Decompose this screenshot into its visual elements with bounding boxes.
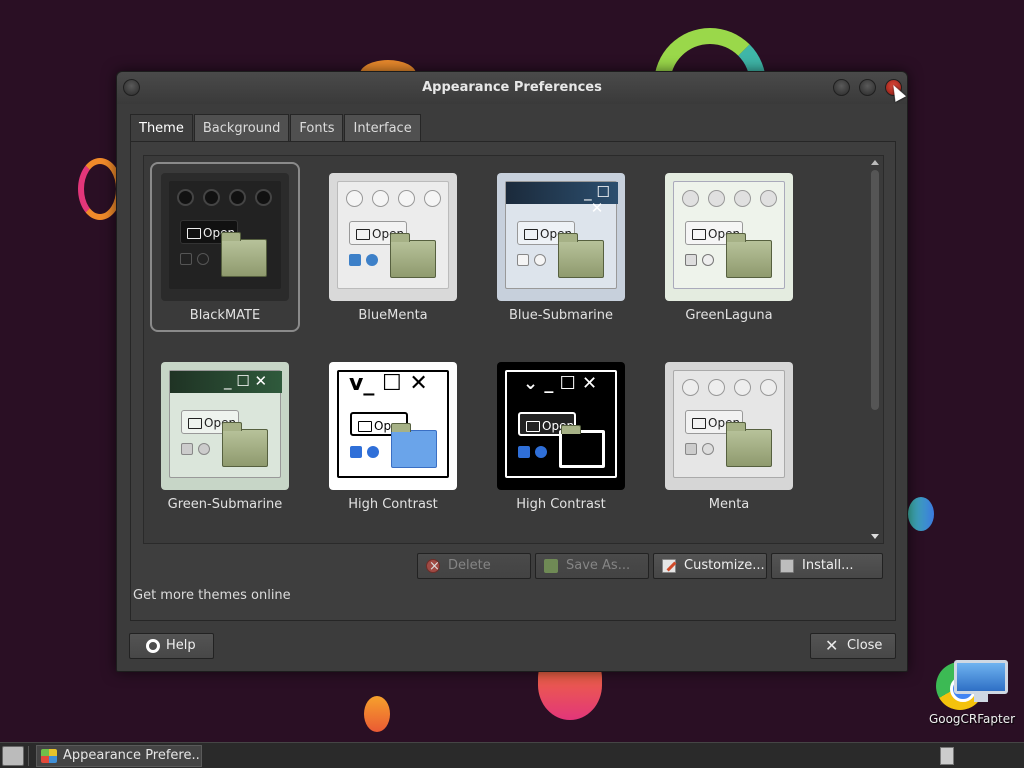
theme-name: High Contrast: [516, 497, 606, 512]
tab-bar: Theme Background Fonts Interface: [130, 114, 422, 143]
theme-thumbnail: _ ☐ ✕ Open: [161, 362, 289, 490]
minimize-button[interactable]: [833, 79, 850, 96]
get-more-themes-link[interactable]: Get more themes online: [133, 588, 291, 603]
theme-item[interactable]: Open Menta: [654, 351, 804, 521]
scroll-down-arrow-icon[interactable]: [871, 534, 879, 539]
theme-list-scrollbar[interactable]: [869, 158, 881, 541]
theme-thumbnail: _ ☐ ✕ Open: [497, 173, 625, 301]
desktop-icon-label: GoogCRFapter: [928, 712, 1016, 726]
theme-name: High Contrast: [348, 497, 438, 512]
window-title: Appearance Preferences: [422, 80, 602, 95]
tab-background[interactable]: Background: [193, 114, 290, 142]
delete-label: Delete: [448, 558, 491, 573]
customize-label: Customize...: [684, 558, 765, 573]
theme-thumbnail: ⌄ _ ☐ ✕ Open: [497, 362, 625, 490]
theme-name: BlueMenta: [358, 308, 428, 323]
wallpaper-dot-blue: [908, 497, 934, 531]
theme-name: BlackMATE: [189, 308, 261, 323]
theme-thumbnail: Open: [665, 362, 793, 490]
help-label: Help: [166, 638, 196, 653]
theme-list[interactable]: Open BlackMATE Open BlueMenta _ ☐ ✕ Open…: [143, 155, 884, 544]
show-desktop-icon[interactable]: [2, 746, 24, 766]
theme-name: Menta: [708, 497, 750, 512]
theme-name: GreenLaguna: [685, 308, 773, 323]
appearance-preferences-window: Appearance Preferences Theme Background …: [116, 71, 908, 672]
save-as-button[interactable]: Save As...: [535, 553, 649, 579]
taskbar-separator: [28, 746, 29, 766]
install-label: Install...: [802, 558, 854, 573]
tab-fonts[interactable]: Fonts: [290, 114, 344, 142]
close-icon: ✕: [825, 636, 839, 655]
customize-icon: [662, 559, 676, 573]
tab-theme[interactable]: Theme: [130, 114, 193, 143]
theme-item[interactable]: Open GreenLaguna: [654, 162, 804, 332]
save-as-label: Save As...: [566, 558, 631, 573]
delete-button[interactable]: Delete: [417, 553, 531, 579]
theme-panel: Open BlackMATE Open BlueMenta _ ☐ ✕ Open…: [130, 141, 896, 621]
close-label: Close: [847, 638, 883, 653]
theme-item[interactable]: ⌄ _ ☐ ✕ Open High Contrast: [486, 351, 636, 521]
theme-name: Blue-Submarine: [508, 308, 614, 323]
taskbar-window-button[interactable]: Appearance Prefere...: [36, 745, 202, 767]
maximize-button[interactable]: [859, 79, 876, 96]
customize-button[interactable]: Customize...: [653, 553, 767, 579]
theme-item[interactable]: _ ☐ ✕ Open Blue-Submarine: [486, 162, 636, 332]
theme-thumbnail: Open: [329, 173, 457, 301]
theme-thumbnail: Open: [665, 173, 793, 301]
save-icon: [544, 559, 558, 573]
scroll-up-arrow-icon[interactable]: [871, 160, 879, 165]
install-icon: [780, 559, 794, 573]
taskbar-window-label: Appearance Prefere...: [63, 748, 202, 763]
taskbar: Appearance Prefere...: [0, 742, 1024, 768]
appearance-app-icon: [41, 749, 57, 763]
theme-thumbnail: Open: [161, 173, 289, 301]
theme-item[interactable]: _ ☐ ✕ Open Green-Submarine: [150, 351, 300, 521]
theme-name: Green-Submarine: [167, 497, 283, 512]
install-button[interactable]: Install...: [771, 553, 883, 579]
wallpaper-dot-small: [364, 696, 390, 732]
tab-interface[interactable]: Interface: [344, 114, 421, 142]
theme-thumbnail: v_ ☐ ✕ Open: [329, 362, 457, 490]
computer-icon[interactable]: [954, 660, 1008, 702]
theme-item[interactable]: Open BlackMATE: [150, 162, 300, 332]
help-button[interactable]: Help: [129, 633, 214, 659]
desktop-icon-group[interactable]: GoogCRFapter: [929, 658, 1020, 728]
theme-item[interactable]: v_ ☐ ✕ Open High Contrast: [318, 351, 468, 521]
scrollbar-thumb[interactable]: [871, 170, 879, 410]
delete-icon: [426, 555, 440, 579]
titlebar[interactable]: Appearance Preferences: [117, 72, 907, 104]
workspace-switcher-icon[interactable]: [940, 747, 954, 765]
theme-item[interactable]: Open BlueMenta: [318, 162, 468, 332]
close-button[interactable]: ✕ Close: [810, 633, 896, 659]
help-icon: [146, 639, 160, 653]
